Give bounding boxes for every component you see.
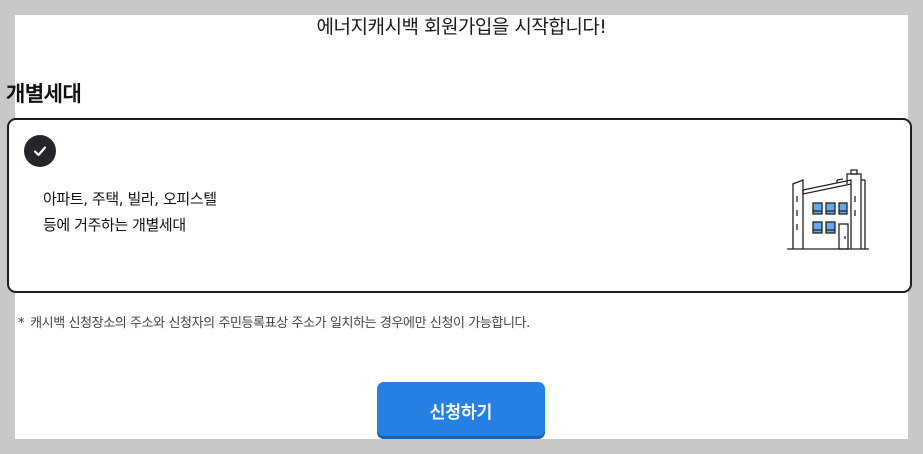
option-description-line-2: 등에 거주하는 개별세대: [43, 216, 186, 234]
building-icon: [781, 166, 871, 252]
section-title: 개별세대: [6, 82, 82, 106]
page-title: 에너지캐시백 회원가입을 시작합니다!: [316, 16, 607, 38]
note-marker: *: [18, 316, 25, 331]
household-option-card[interactable]: 아파트, 주택, 빌라, 오피스텔 등에 거주하는 개별세대: [7, 118, 912, 293]
eligibility-note: * 캐시백 신청장소의 주소와 신청자의 주민등록표상 주소가 일치하는 경우에만…: [18, 312, 530, 331]
check-icon: [24, 135, 56, 167]
option-description: 아파트, 주택, 빌라, 오피스텔 등에 거주하는 개별세대: [43, 186, 217, 238]
apply-button[interactable]: 신청하기: [377, 382, 545, 439]
option-description-line-1: 아파트, 주택, 빌라, 오피스텔: [43, 190, 217, 208]
note-text: 캐시백 신청장소의 주소와 신청자의 주민등록표상 주소가 일치하는 경우에만 …: [30, 316, 530, 331]
